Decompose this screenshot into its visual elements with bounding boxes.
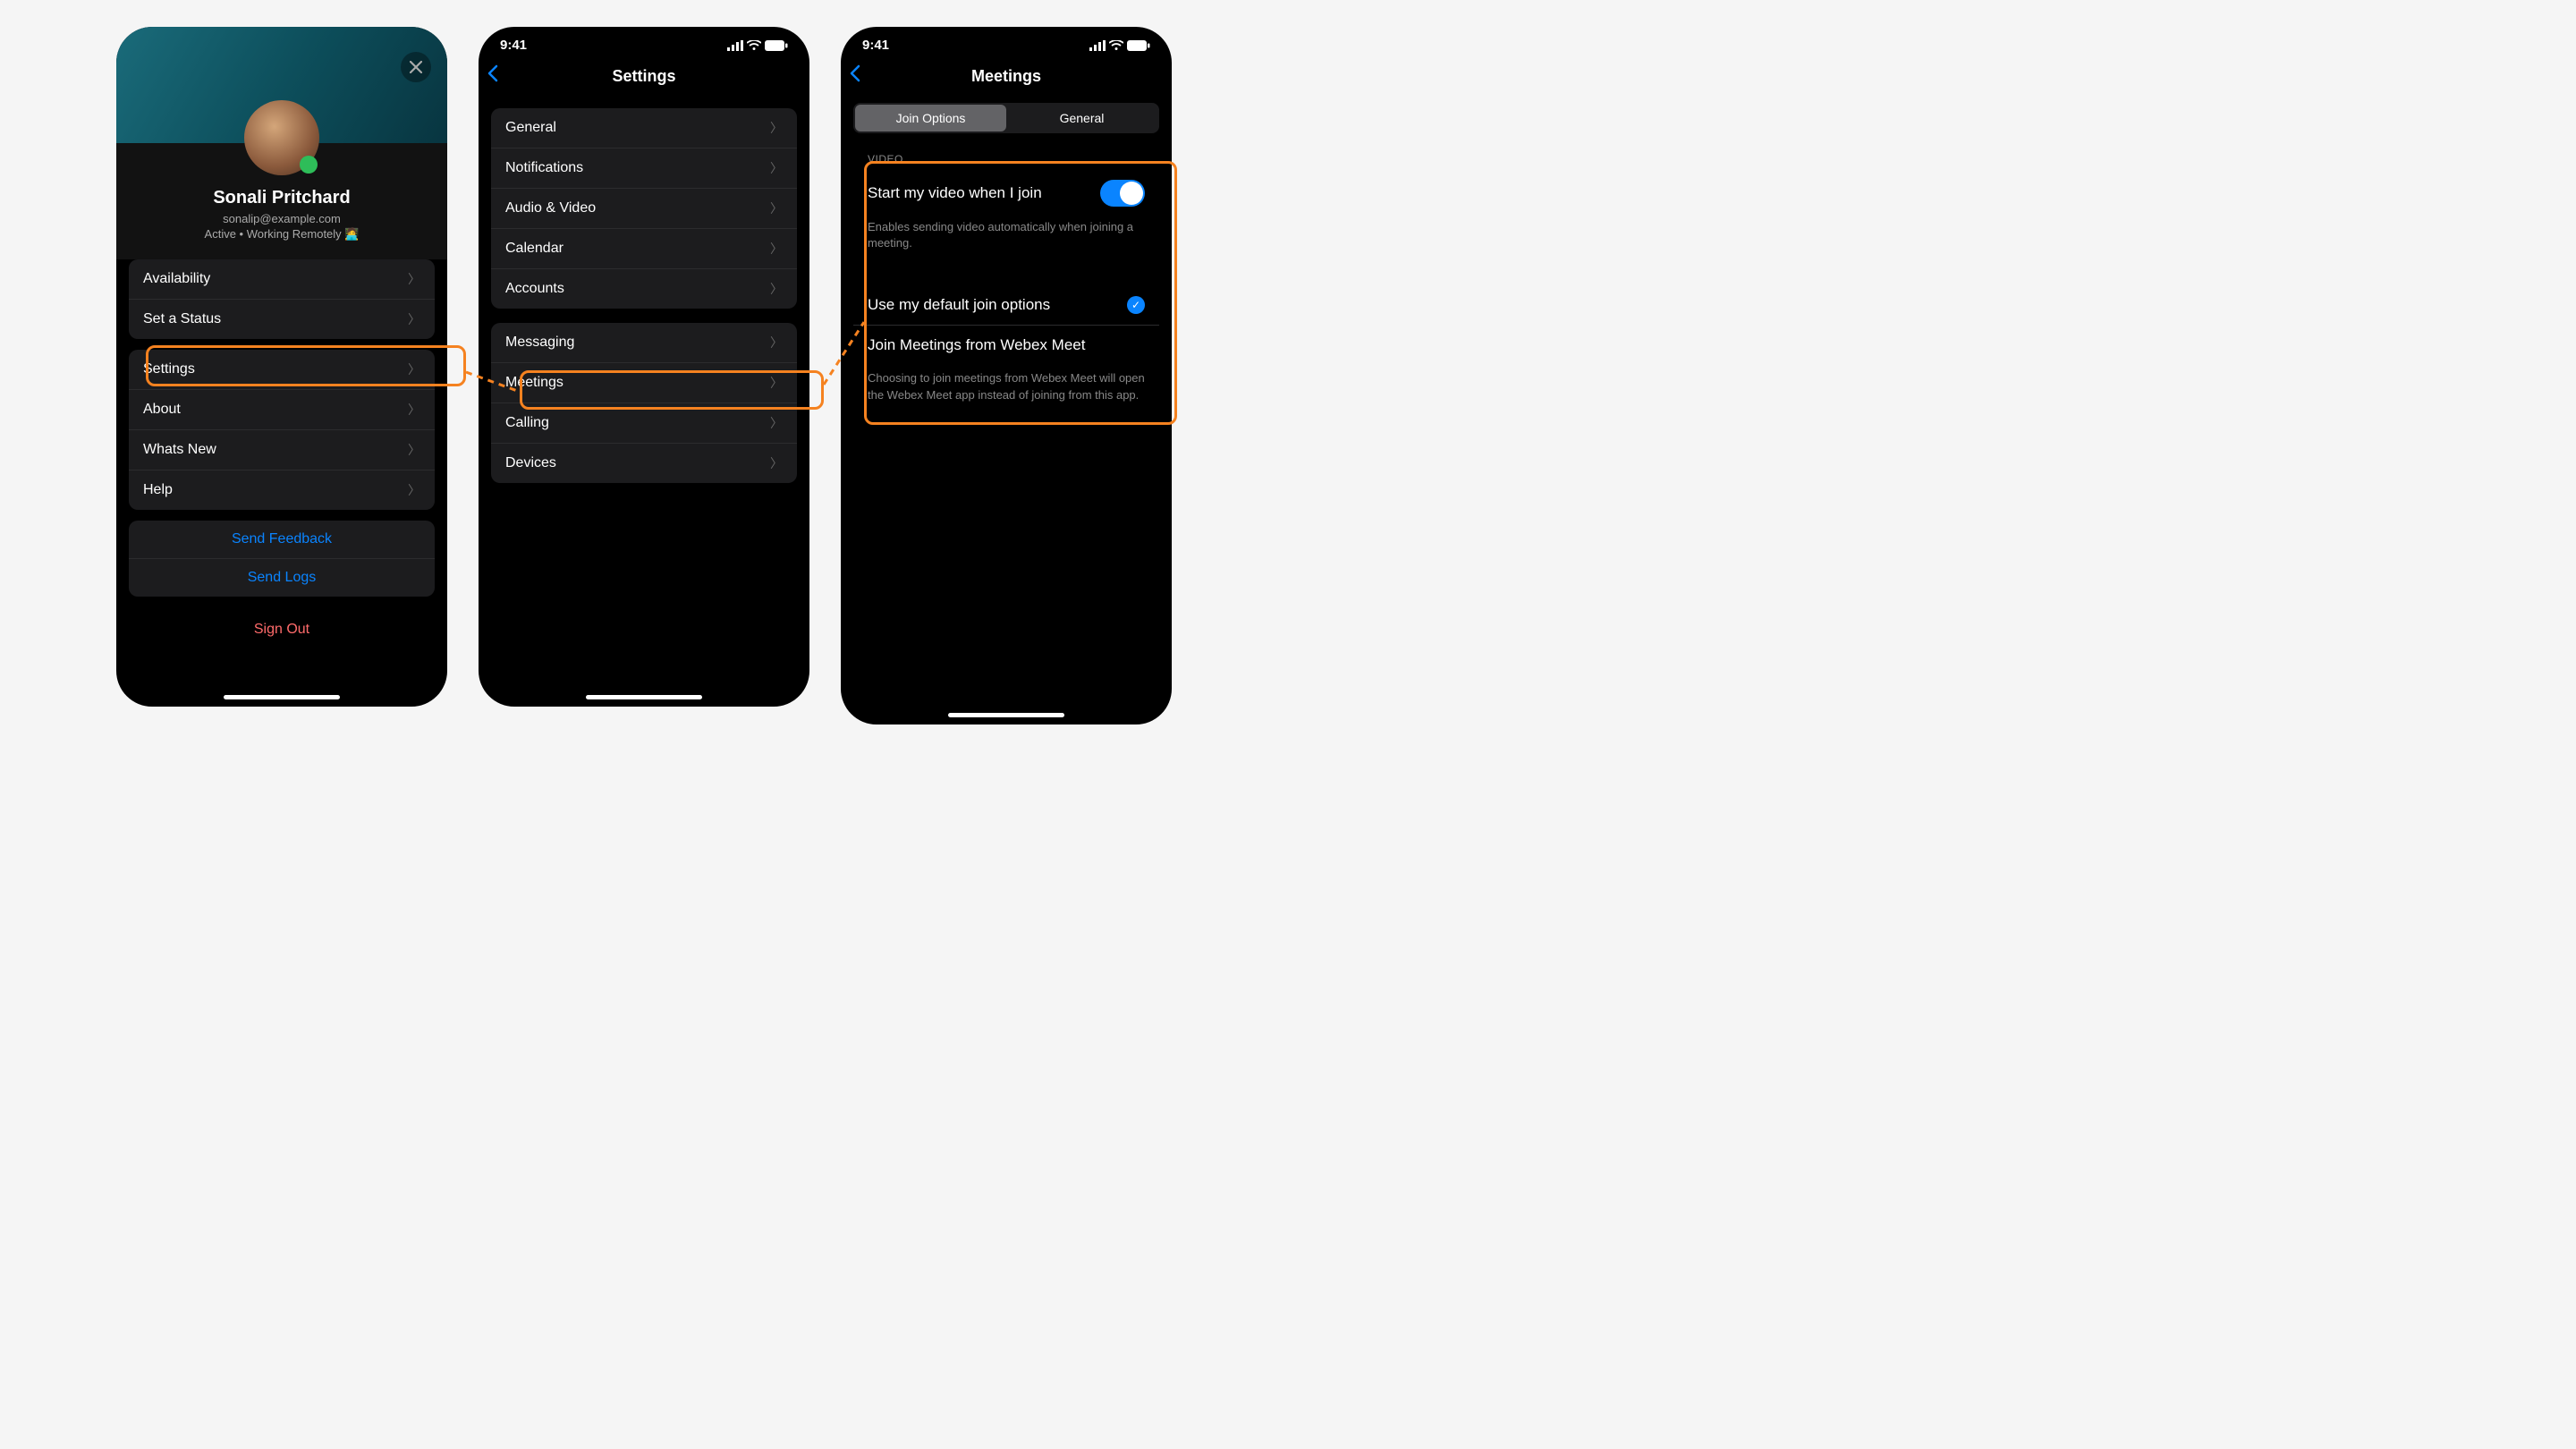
- nav-bar: Settings: [479, 56, 809, 96]
- check-icon: ✓: [1127, 296, 1145, 314]
- profile-group-2: Settings 〉 About 〉 Whats New 〉 Help 〉: [129, 350, 435, 510]
- item-label: Messaging: [505, 335, 574, 351]
- segmented-control[interactable]: Join Options General: [853, 103, 1159, 133]
- nav-bar: Meetings: [841, 56, 1172, 96]
- chevron-right-icon: 〉: [770, 334, 783, 352]
- send-logs-button[interactable]: Send Logs: [129, 559, 435, 597]
- item-label: Audio & Video: [505, 200, 596, 216]
- menu-settings[interactable]: Settings 〉: [129, 350, 435, 390]
- status-time: 9:41: [862, 38, 889, 53]
- chevron-right-icon: 〉: [408, 310, 420, 328]
- avatar-wrap: [244, 100, 319, 175]
- toggle-label: Start my video when I join: [868, 184, 1042, 202]
- profile-status: Active • Working Remotely 🧑‍💻: [116, 227, 447, 242]
- send-feedback-button[interactable]: Send Feedback: [129, 521, 435, 559]
- chevron-right-icon: 〉: [408, 270, 420, 288]
- settings-meetings[interactable]: Meetings 〉: [491, 363, 797, 403]
- menu-set-status[interactable]: Set a Status 〉: [129, 300, 435, 339]
- chevron-right-icon: 〉: [770, 159, 783, 177]
- chevron-right-icon: 〉: [770, 280, 783, 298]
- menu-label: About: [143, 402, 181, 418]
- cellular-icon: [1089, 40, 1106, 51]
- menu-label: Whats New: [143, 442, 216, 458]
- profile-group-1: Availability 〉 Set a Status 〉: [129, 259, 435, 339]
- item-label: Calling: [505, 415, 549, 431]
- status-icons: [727, 40, 788, 51]
- close-icon[interactable]: [401, 52, 431, 82]
- item-label: Accounts: [505, 281, 564, 297]
- menu-help[interactable]: Help 〉: [129, 470, 435, 510]
- status-bar: 9:41: [479, 27, 809, 56]
- item-label: Devices: [505, 455, 556, 471]
- profile-name: Sonali Pritchard: [116, 188, 447, 208]
- phone-settings: 9:41 Settings General 〉 Notifications 〉 Au…: [479, 27, 809, 707]
- home-indicator[interactable]: [948, 713, 1064, 717]
- chevron-right-icon: 〉: [770, 374, 783, 392]
- segment-join-options[interactable]: Join Options: [855, 105, 1006, 131]
- settings-group-1: General 〉 Notifications 〉 Audio & Video 〉 C…: [491, 108, 797, 309]
- chevron-right-icon: 〉: [408, 401, 420, 419]
- back-icon[interactable]: [850, 64, 860, 88]
- item-label: Meetings: [505, 375, 564, 391]
- settings-accounts[interactable]: Accounts 〉: [491, 269, 797, 309]
- item-label: Calendar: [505, 241, 564, 257]
- home-indicator[interactable]: [224, 695, 340, 699]
- toggle-description: Enables sending video automatically when…: [853, 214, 1159, 267]
- status-bar: 9:41: [841, 27, 1172, 56]
- wifi-icon: [1109, 40, 1123, 51]
- profile-actions: Send Feedback Send Logs: [129, 521, 435, 597]
- option2-description: Choosing to join meetings from Webex Mee…: [853, 365, 1159, 419]
- default-join-options-row[interactable]: Use my default join options ✓: [853, 285, 1159, 326]
- option-label: Join Meetings from Webex Meet: [868, 336, 1085, 354]
- settings-devices[interactable]: Devices 〉: [491, 444, 797, 483]
- settings-messaging[interactable]: Messaging 〉: [491, 323, 797, 363]
- nav-title: Settings: [612, 67, 675, 86]
- nav-title: Meetings: [971, 67, 1041, 86]
- section-video-header: VIDEO: [841, 146, 1172, 173]
- start-video-toggle[interactable]: [1100, 180, 1145, 207]
- settings-calling[interactable]: Calling 〉: [491, 403, 797, 444]
- chevron-right-icon: 〉: [770, 199, 783, 217]
- status-icons: [1089, 40, 1150, 51]
- item-label: General: [505, 120, 556, 136]
- option-label: Use my default join options: [868, 296, 1050, 314]
- back-icon[interactable]: [487, 64, 498, 88]
- chevron-right-icon: 〉: [770, 240, 783, 258]
- home-indicator[interactable]: [586, 695, 702, 699]
- settings-group-2: Messaging 〉 Meetings 〉 Calling 〉 Devices 〉: [491, 323, 797, 483]
- menu-label: Availability: [143, 271, 210, 287]
- item-label: Notifications: [505, 160, 583, 176]
- presence-indicator: [300, 156, 318, 174]
- menu-label: Help: [143, 482, 173, 498]
- webex-meet-row[interactable]: Join Meetings from Webex Meet: [853, 326, 1159, 365]
- battery-icon: [765, 40, 788, 51]
- settings-calendar[interactable]: Calendar 〉: [491, 229, 797, 269]
- battery-icon: [1127, 40, 1150, 51]
- chevron-right-icon: 〉: [408, 360, 420, 378]
- menu-about[interactable]: About 〉: [129, 390, 435, 430]
- settings-general[interactable]: General 〉: [491, 108, 797, 148]
- menu-label: Settings: [143, 361, 195, 377]
- menu-label: Set a Status: [143, 311, 221, 327]
- settings-audio-video[interactable]: Audio & Video 〉: [491, 189, 797, 229]
- phone-profile: Sonali Pritchard sonalip@example.com Act…: [116, 27, 447, 707]
- chevron-right-icon: 〉: [770, 119, 783, 137]
- chevron-right-icon: 〉: [408, 481, 420, 499]
- sign-out-button[interactable]: Sign Out: [254, 622, 309, 637]
- status-time: 9:41: [500, 38, 527, 53]
- profile-header: [116, 27, 447, 143]
- menu-availability[interactable]: Availability 〉: [129, 259, 435, 300]
- chevron-right-icon: 〉: [770, 414, 783, 432]
- start-video-row: Start my video when I join: [853, 173, 1159, 214]
- cellular-icon: [727, 40, 743, 51]
- settings-notifications[interactable]: Notifications 〉: [491, 148, 797, 189]
- chevron-right-icon: 〉: [770, 454, 783, 472]
- chevron-right-icon: 〉: [408, 441, 420, 459]
- wifi-icon: [747, 40, 761, 51]
- phone-meetings: 9:41 Meetings Join Options General VIDEO…: [841, 27, 1172, 724]
- profile-email: sonalip@example.com: [116, 212, 447, 225]
- menu-whats-new[interactable]: Whats New 〉: [129, 430, 435, 470]
- segment-general[interactable]: General: [1006, 105, 1157, 131]
